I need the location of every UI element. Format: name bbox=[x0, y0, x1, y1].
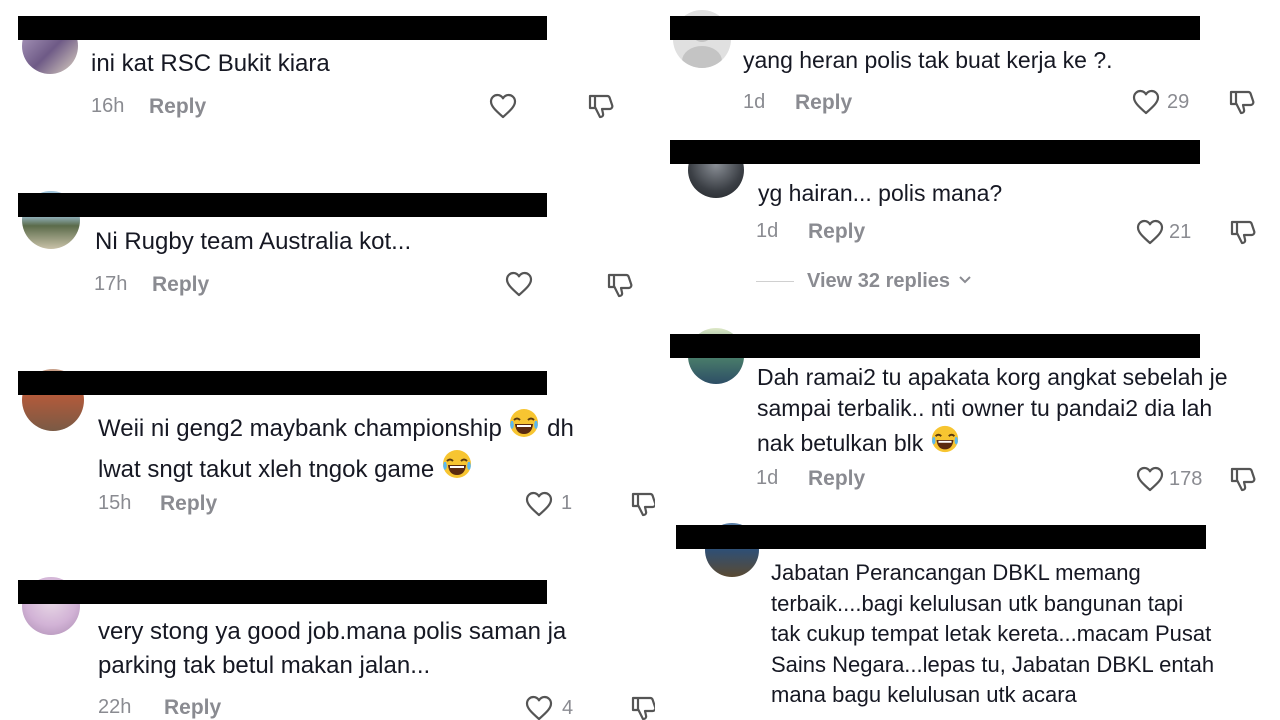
comment-time: 1d bbox=[743, 91, 766, 113]
redacted-username bbox=[670, 140, 1200, 164]
comment-text-line: nak betulkan blk bbox=[757, 430, 924, 456]
redacted-username bbox=[18, 580, 547, 604]
comment-time: 15h bbox=[98, 492, 132, 514]
reply-button[interactable]: Reply bbox=[795, 91, 852, 115]
comment-text: ini kat RSC Bukit kiara bbox=[91, 50, 330, 77]
thumbs-down-icon[interactable] bbox=[1229, 465, 1257, 493]
comment-item: very stong ya good job.mana polis saman … bbox=[0, 565, 655, 720]
comment-text-line: lwat sngt takut xleh tngok game bbox=[98, 456, 435, 483]
comment-text: yg hairan... polis mana? bbox=[758, 180, 1003, 206]
heart-icon[interactable] bbox=[525, 491, 553, 517]
heart-icon[interactable] bbox=[1136, 219, 1164, 245]
comment-text: very stong ya good job.mana polis saman … bbox=[98, 618, 567, 679]
heart-icon[interactable] bbox=[1132, 89, 1160, 115]
right-screenshot-panel: yang heran polis tak buat kerja ke ?. 1d… bbox=[655, 0, 1280, 720]
comment-text: yang heran polis tak buat kerja ke ?. bbox=[743, 47, 1113, 73]
comment-item: yg hairan... polis mana? 1d Reply 21 Vie… bbox=[655, 130, 1280, 310]
thumbs-down-icon[interactable] bbox=[1229, 218, 1257, 246]
redacted-username bbox=[18, 371, 547, 395]
chevron-down-icon bbox=[958, 276, 971, 284]
reply-button[interactable]: Reply bbox=[152, 273, 209, 297]
redacted-username bbox=[18, 193, 547, 217]
heart-icon[interactable] bbox=[489, 93, 517, 119]
redacted-username bbox=[670, 334, 1200, 358]
comment-text: Jabatan Perancangan DBKL memang terbaik.… bbox=[771, 560, 1215, 707]
comment-item: Jabatan Perancangan DBKL memang terbaik.… bbox=[655, 515, 1280, 720]
view-replies-button[interactable]: View 32 replies bbox=[807, 270, 972, 293]
thumbs-down-icon[interactable] bbox=[587, 92, 615, 120]
left-screenshot-panel: ini kat RSC Bukit kiara 16h Reply Ni Rug… bbox=[0, 0, 655, 720]
like-count: 178 bbox=[1169, 468, 1203, 490]
comment-text-line: dh bbox=[547, 415, 574, 442]
heart-icon[interactable] bbox=[525, 695, 553, 720]
reply-button[interactable]: Reply bbox=[808, 467, 865, 491]
comment-time: 17h bbox=[94, 273, 128, 295]
thumbs-down-icon[interactable] bbox=[630, 694, 655, 720]
thumbs-down-icon[interactable] bbox=[1228, 88, 1256, 116]
comment-time: 22h bbox=[98, 696, 132, 718]
thumbs-down-icon[interactable] bbox=[606, 271, 634, 299]
comment-text: Weii ni geng2 maybank championship dh lw… bbox=[98, 407, 574, 489]
redacted-username bbox=[670, 16, 1200, 40]
comment-text: Dah ramai2 tu apakata korg angkat sebela… bbox=[757, 362, 1228, 459]
comment-time: 1d bbox=[756, 467, 779, 489]
redacted-username bbox=[18, 16, 547, 40]
laughing-emoji-icon bbox=[508, 407, 540, 439]
comment-text-line: sampai terbalik.. nti owner tu pandai2 d… bbox=[757, 395, 1213, 421]
heart-icon[interactable] bbox=[1136, 466, 1164, 492]
comment-time: 1d bbox=[756, 220, 779, 242]
comment-item: Weii ni geng2 maybank championship dh lw… bbox=[0, 355, 655, 535]
comment-text: Ni Rugby team Australia kot... bbox=[95, 228, 412, 255]
comment-text-line: Weii ni geng2 maybank championship bbox=[98, 415, 502, 442]
thumbs-down-icon[interactable] bbox=[630, 490, 655, 518]
comment-text-line: Dah ramai2 tu apakata korg angkat sebela… bbox=[757, 364, 1228, 390]
laughing-emoji-icon bbox=[930, 424, 960, 454]
comment-item: ini kat RSC Bukit kiara 16h Reply bbox=[0, 0, 655, 140]
laughing-emoji-icon bbox=[441, 448, 473, 480]
like-count: 21 bbox=[1169, 221, 1192, 243]
reply-button[interactable]: Reply bbox=[149, 95, 206, 119]
comment-item: Ni Rugby team Australia kot... 17h Reply bbox=[0, 175, 655, 325]
like-count: 1 bbox=[561, 492, 573, 514]
heart-icon[interactable] bbox=[505, 271, 533, 297]
replies-divider bbox=[756, 281, 794, 282]
redacted-username bbox=[676, 525, 1206, 549]
reply-button[interactable]: Reply bbox=[164, 696, 221, 720]
reply-button[interactable]: Reply bbox=[808, 220, 865, 244]
like-count: 29 bbox=[1167, 91, 1190, 113]
comment-item: Dah ramai2 tu apakata korg angkat sebela… bbox=[655, 320, 1280, 505]
like-count: 4 bbox=[562, 697, 574, 719]
comment-time: 16h bbox=[91, 95, 125, 117]
view-replies-label: View 32 replies bbox=[807, 270, 951, 292]
comment-item: yang heran polis tak buat kerja ke ?. 1d… bbox=[655, 0, 1280, 130]
reply-button[interactable]: Reply bbox=[160, 492, 217, 516]
default-avatar-body bbox=[682, 46, 722, 68]
